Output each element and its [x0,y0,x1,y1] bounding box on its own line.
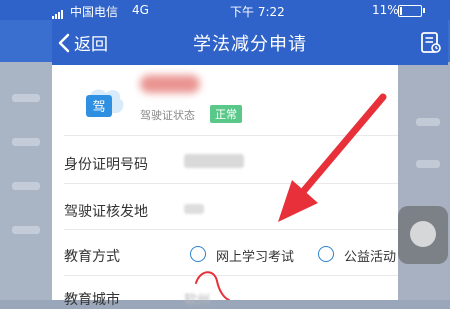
records-button[interactable] [420,31,442,59]
education-city-label: 教育城市 [64,292,120,308]
divider [64,183,398,184]
issue-place-label: 驾驶证核发地 [64,204,148,220]
background-ghost-item [12,94,40,102]
radio-online-study[interactable] [190,246,206,262]
id-number-label: 身份证明号码 [64,157,148,173]
battery-icon [398,5,425,17]
education-method-label: 教育方式 [64,249,120,265]
signal-icon [52,5,64,19]
status-bar: 中国电信 4G 下午 7:22 11% [0,0,450,20]
license-status-label: 驾驶证状态 [140,109,195,122]
nav-bar: 返回 学法减分申请 [52,20,448,65]
radio-public-welfare[interactable] [318,246,334,262]
license-icon-text: 驾 [92,100,105,115]
id-number-value [184,154,244,168]
status-badge: 正常 [210,105,242,123]
carrier-name: 中国电信 [70,5,119,19]
network-type: 4G [132,3,149,17]
background-ghost-item [416,160,440,168]
divider [64,135,398,136]
application-form: 驾 驾驶证状态 正常 身份证明号码 驾驶证核发地 教育方式 网上学习考试 公益活… [52,65,398,308]
battery-percent: 11% [372,3,399,17]
background-ghost-item [12,138,40,146]
background-app-left [0,0,52,300]
clock: 下午 7:22 [230,5,285,19]
background-ghost-item [416,118,440,126]
issue-place-value [184,204,204,214]
document-list-icon [421,32,441,53]
education-city-value[interactable]: 软州 [184,289,210,308]
battery-fill [400,7,402,15]
assistive-touch-button[interactable] [398,206,448,264]
background-ghost-item [12,182,40,190]
divider [64,275,398,276]
divider [64,229,398,230]
redacted-name [140,75,200,93]
background-ghost-item [12,226,40,234]
driver-license-icon: 驾 [82,85,126,121]
option-public-welfare-label[interactable]: 公益活动 [344,246,396,265]
page-title: 学法减分申请 [193,34,307,55]
option-online-study-label[interactable]: 网上学习考试 [216,246,294,265]
